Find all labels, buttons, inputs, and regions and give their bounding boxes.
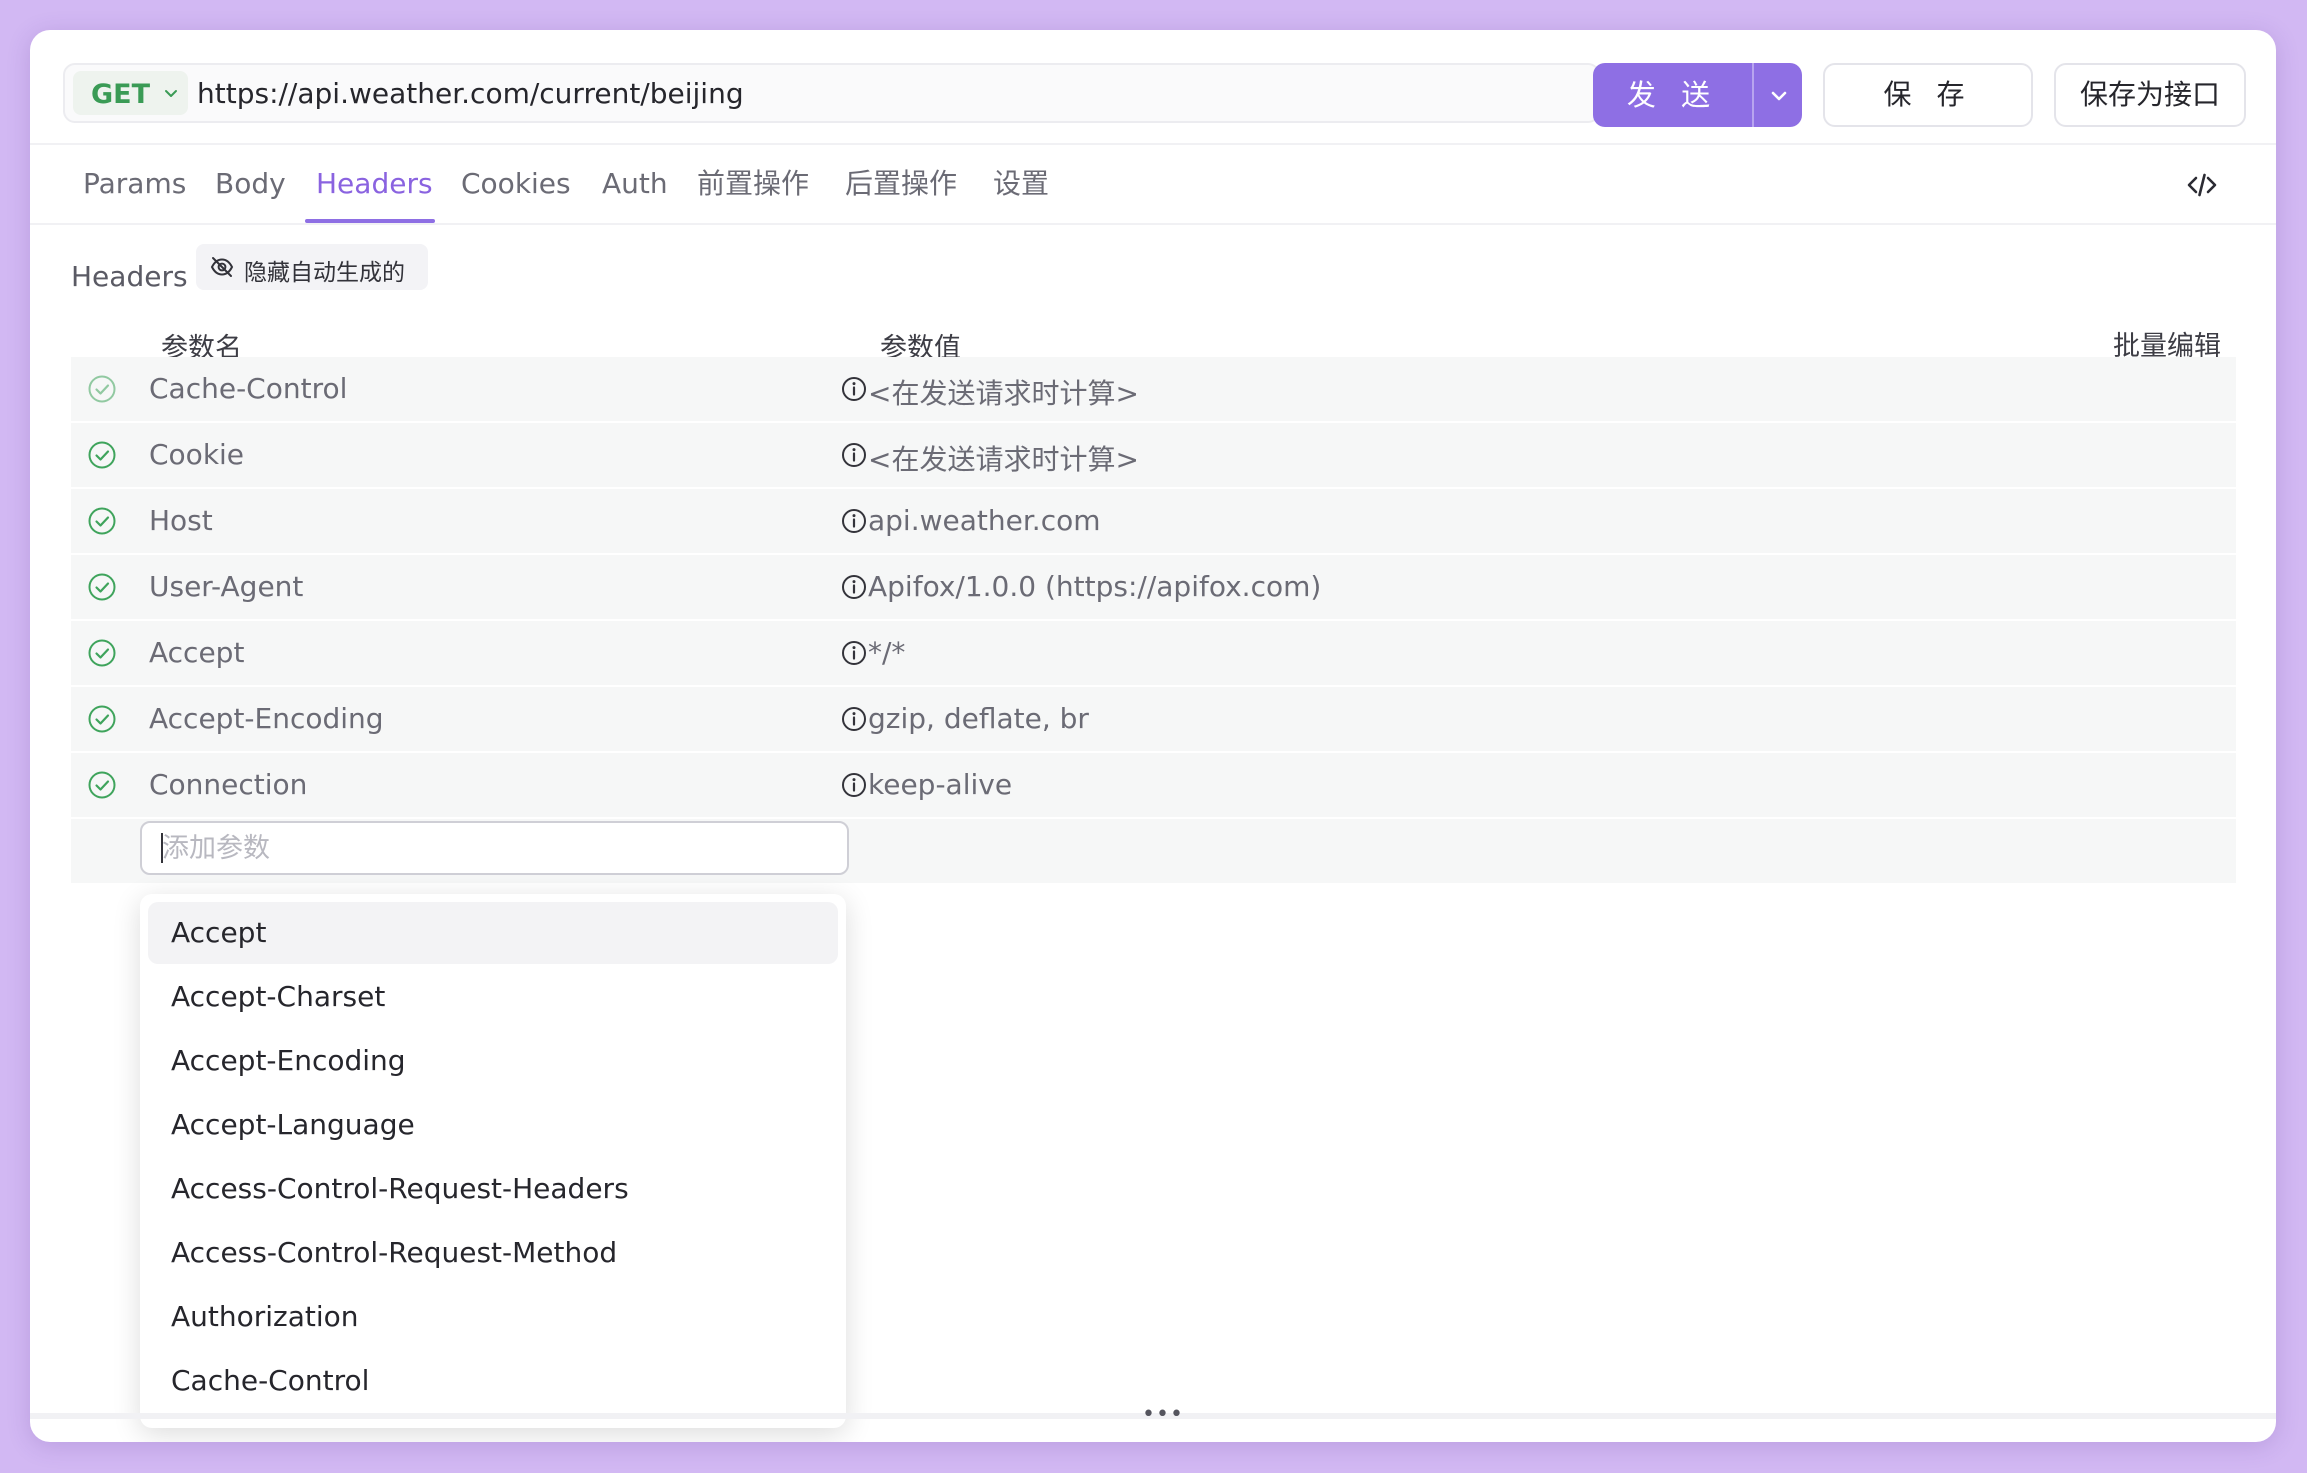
checkbox-checked-icon[interactable] [87,572,117,602]
save-button[interactable]: 保 存 [1823,63,2033,127]
add-header-row [71,819,2236,883]
tab-body[interactable]: Body [215,145,286,223]
text-caret [161,833,163,863]
header-value: Apifox/1.0.0 (https://apifox.com) [868,570,1322,603]
info-icon[interactable] [840,639,868,667]
header-name: Cache-Control [149,372,348,405]
checkbox-checked-icon[interactable] [87,374,117,404]
request-tabs: Params Body Headers Cookies Auth 前置操作 后置… [30,145,2276,223]
chevron-down-icon [165,90,177,97]
suggestion-item[interactable]: Cache-Control [148,1350,838,1412]
suggestion-label: Cache-Control [171,1364,370,1397]
section-title: Headers [71,260,188,293]
header-name: Host [149,504,213,537]
table-row: Host api.weather.com [71,489,2236,555]
header-name: User-Agent [149,570,304,603]
url-bar: GET https://api.weather.com/current/beij… [63,63,1600,123]
suggestion-label: Access-Control-Request-Method [171,1236,618,1269]
suggestion-item[interactable]: Access-Control-Request-Method [148,1222,838,1284]
suggestion-item[interactable]: Accept-Encoding [148,1030,838,1092]
suggestion-item[interactable]: Accept-Charset [148,966,838,1028]
checkbox-checked-icon[interactable] [87,638,117,668]
method-select[interactable]: GET [73,71,188,115]
checkbox-checked-icon[interactable] [87,506,117,536]
code-icon[interactable] [2186,169,2218,201]
header-value: keep-alive [868,768,1013,801]
table-row: Accept */* [71,621,2236,687]
eye-off-icon [210,257,234,277]
header-value: <在发送请求时计算> [868,377,1139,410]
hide-auto-generated-button[interactable]: 隐藏自动生成的 [196,244,428,290]
suggestion-label: Accept-Language [171,1108,415,1141]
header-value: */* [868,636,906,669]
suggestion-label: Accept-Charset [171,980,386,1013]
tab-pre-ops[interactable]: 前置操作 [697,145,809,223]
send-options-button[interactable] [1754,63,1802,127]
checkbox-checked-icon[interactable] [87,440,117,470]
tab-settings[interactable]: 设置 [993,145,1049,223]
tab-headers[interactable]: Headers [316,145,433,223]
info-icon[interactable] [840,441,868,469]
table-row: Cookie <在发送请求时计算> [71,423,2236,489]
divider [30,223,2276,225]
table-row: User-Agent Apifox/1.0.0 (https://apifox.… [71,555,2236,621]
header-value: <在发送请求时计算> [868,443,1139,476]
header-name: Connection [149,768,308,801]
tab-post-ops[interactable]: 后置操作 [845,145,957,223]
suggestion-item[interactable]: Authorization [148,1286,838,1348]
info-icon[interactable] [840,771,868,799]
save-as-api-button[interactable]: 保存为接口 [2054,63,2246,127]
chevron-down-icon [1771,91,1787,101]
info-icon[interactable] [840,573,868,601]
suggestion-label: Authorization [171,1300,359,1333]
info-icon[interactable] [840,507,868,535]
table-row: Cache-Control <在发送请求时计算> [71,357,2236,423]
suggestion-label: Accept [171,916,267,949]
suggestion-label: Accept-Encoding [171,1044,406,1077]
request-window: GET https://api.weather.com/current/beij… [30,30,2276,1442]
checkbox-checked-icon[interactable] [87,770,117,800]
table-row: Connection keep-alive [71,753,2236,819]
url-input[interactable]: https://api.weather.com/current/beijing [197,77,744,110]
info-icon[interactable] [840,705,868,733]
hide-auto-label: 隐藏自动生成的 [244,260,405,286]
checkbox-checked-icon[interactable] [87,704,117,734]
header-name: Cookie [149,438,245,471]
add-param-input[interactable] [140,821,849,875]
suggestion-label: Access-Control-Request-Headers [171,1172,629,1205]
suggestion-item[interactable]: Access-Control-Request-Headers [148,1158,838,1220]
header-name: Accept [149,636,245,669]
send-button[interactable]: 发 送 [1593,63,1752,127]
info-icon[interactable] [840,375,868,403]
table-row: Accept-Encoding gzip, deflate, br [71,687,2236,753]
suggestion-item[interactable]: Accept [148,902,838,964]
header-value: gzip, deflate, br [868,702,1089,735]
method-label: GET [91,79,151,110]
header-name: Accept-Encoding [149,702,384,735]
drag-handle-icon[interactable]: ••• [1142,1402,1184,1427]
headers-table: Cache-Control <在发送请求时计算> Cookie <在发送请求时计… [71,357,2236,883]
suggestion-item[interactable]: Accept-Language [148,1094,838,1156]
tab-cookies[interactable]: Cookies [461,145,571,223]
tab-auth[interactable]: Auth [602,145,668,223]
header-suggestions-dropdown: Accept Accept-Charset Accept-Encoding Ac… [140,894,846,1428]
header-value: api.weather.com [868,504,1101,537]
tab-params[interactable]: Params [83,145,186,223]
send-button-group: 发 送 [1593,63,1802,127]
